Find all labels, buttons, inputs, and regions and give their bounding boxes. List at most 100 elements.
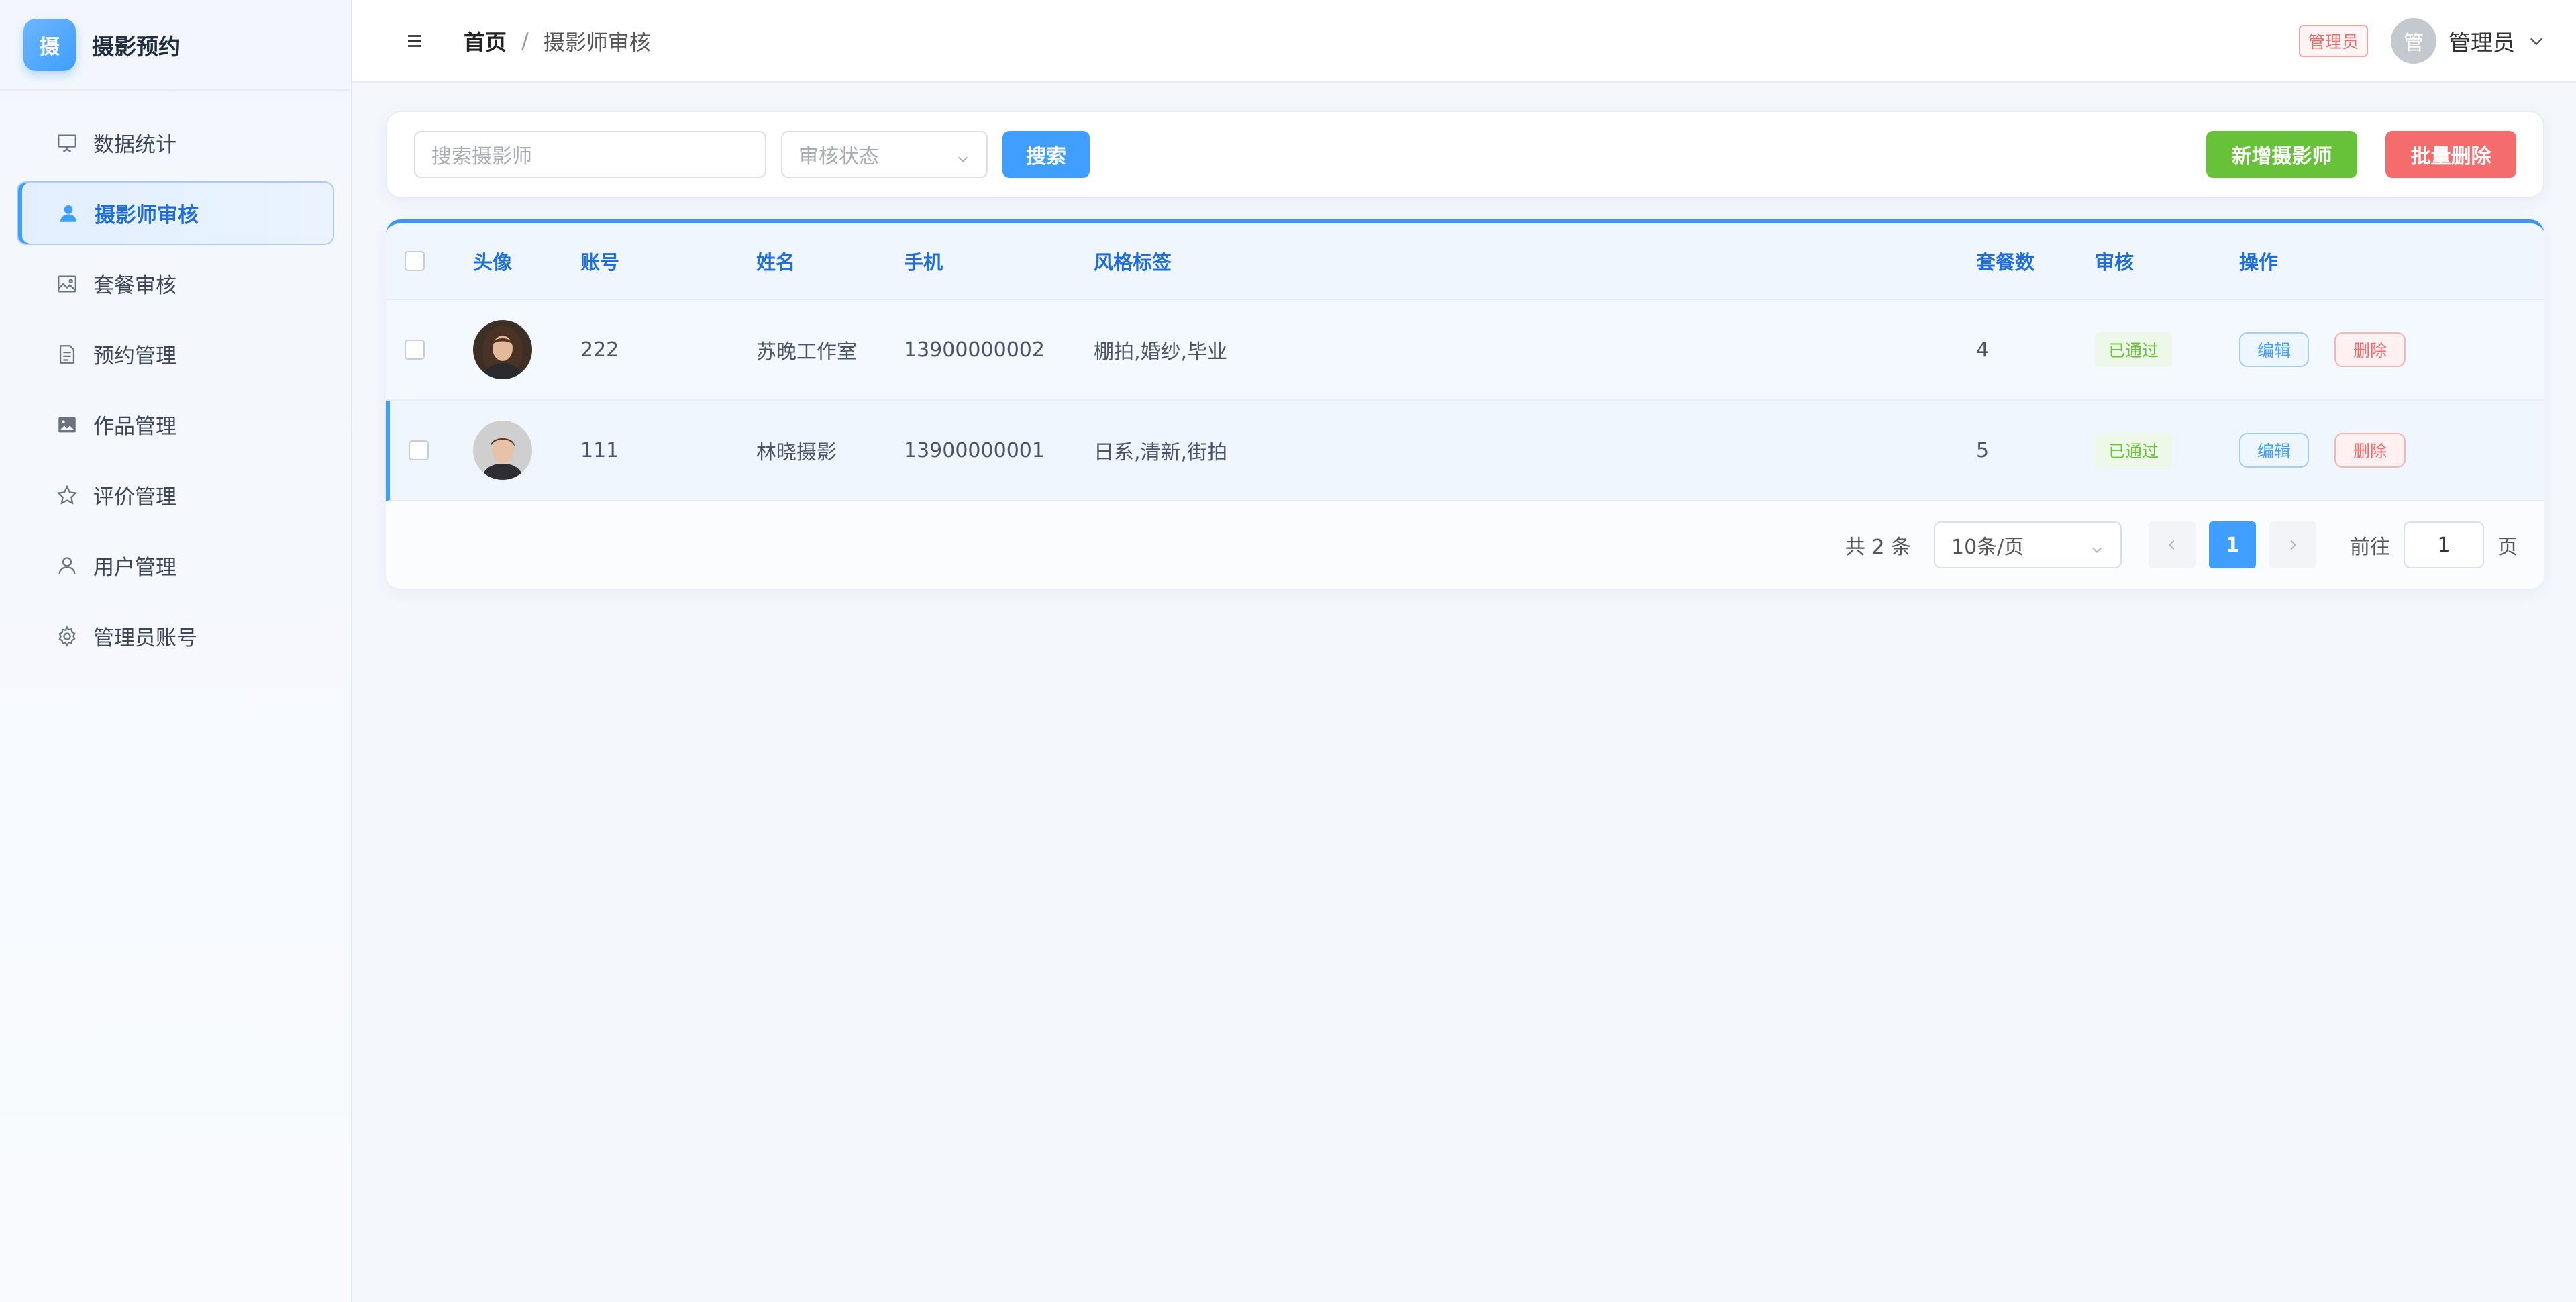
row-checkbox[interactable]: [405, 340, 425, 360]
chevron-down-icon[interactable]: [2527, 32, 2546, 50]
sidebar-item-works-management[interactable]: 作品管理: [17, 393, 334, 456]
sidebar-item-label: 数据统计: [93, 133, 176, 157]
menu-toggle-icon[interactable]: [403, 29, 427, 53]
column-header-style-tags: 风格标签: [1094, 251, 1172, 274]
picture-icon: [56, 272, 79, 295]
sidebar-menu: 数据统计 摄影师审核 套餐审核 预约管理 作品管理 评价管理 用户管理 管理员账…: [0, 91, 351, 668]
chevron-right-icon: [2290, 540, 2296, 550]
audit-status-badge: 已通过: [2095, 332, 2173, 367]
sidebar-item-statistics[interactable]: 数据统计: [17, 111, 334, 174]
breadcrumb: 首页 / 摄影师审核: [464, 26, 651, 56]
sidebar-item-booking-management[interactable]: 预约管理: [17, 322, 334, 386]
sidebar-item-label: 管理员账号: [93, 626, 197, 650]
sidebar-item-label: 评价管理: [93, 485, 176, 509]
column-header-actions: 操作: [2239, 251, 2279, 274]
sidebar: 摄 摄影预约 数据统计 摄影师审核 套餐审核 预约管理 作品管理 评价管理 用户…: [0, 0, 352, 1302]
name-cell: 苏晚工作室: [756, 340, 857, 364]
column-header-package-count: 套餐数: [1976, 251, 2035, 274]
add-photographer-button[interactable]: 新增摄影师: [2206, 131, 2357, 178]
avatar[interactable]: 管: [2391, 17, 2436, 64]
page-size-select[interactable]: 10条/页: [1934, 521, 2122, 568]
sidebar-item-label: 用户管理: [93, 556, 176, 580]
account-cell: 111: [580, 438, 619, 462]
batch-delete-button[interactable]: 批量删除: [2385, 131, 2516, 178]
phone-cell: 13900000001: [904, 438, 1045, 462]
delete-button[interactable]: 删除: [2334, 433, 2406, 468]
column-header-account: 账号: [580, 251, 620, 274]
column-header-phone: 手机: [904, 251, 943, 274]
page-size-value: 10条/页: [1951, 536, 2024, 559]
photographer-avatar: [473, 320, 532, 379]
pagination-total: 共 2 条: [1845, 536, 1911, 559]
sidebar-item-admin-accounts[interactable]: 管理员账号: [17, 604, 334, 668]
star-icon: [56, 484, 79, 507]
edit-button[interactable]: 编辑: [2239, 433, 2309, 468]
sidebar-item-label: 套餐审核: [93, 274, 176, 298]
breadcrumb-home[interactable]: 首页: [464, 26, 507, 56]
breadcrumb-current: 摄影师审核: [543, 29, 651, 55]
presentation-board-icon: [56, 132, 79, 154]
role-badge: 管理员: [2298, 24, 2368, 57]
package-count-cell: 4: [1976, 338, 1990, 362]
row-select-cell: [390, 440, 473, 460]
document-icon: [56, 343, 79, 366]
audit-cell: 已通过: [2095, 332, 2239, 367]
chevron-down-icon: [956, 148, 970, 163]
chevron-down-icon: [2090, 539, 2104, 554]
column-header-avatar: 头像: [473, 251, 513, 274]
next-page-button[interactable]: [2269, 521, 2316, 568]
column-header-audit: 审核: [2095, 251, 2134, 274]
table-header: 头像 账号 姓名 手机 风格标签 套餐数 审核 操作: [386, 223, 2544, 300]
sidebar-item-label: 作品管理: [93, 415, 176, 439]
audit-status-select[interactable]: 审核状态: [781, 131, 988, 178]
delete-button[interactable]: 删除: [2334, 332, 2406, 367]
style-tags-cell: 棚拍,婚纱,毕业: [1094, 340, 1228, 364]
audit-status-badge: 已通过: [2095, 433, 2173, 468]
page-suffix: 页: [2497, 536, 2518, 559]
prev-page-button[interactable]: [2149, 521, 2196, 568]
user-area: 管理员 管 管理员: [2298, 17, 2546, 64]
page-number-button[interactable]: 1: [2209, 521, 2256, 568]
brand: 摄 摄影预约: [0, 0, 351, 91]
user-name[interactable]: 管理员: [2449, 25, 2515, 57]
row-checkbox[interactable]: [409, 440, 429, 460]
picture-filled-icon: [56, 413, 79, 436]
audit-cell: 已通过: [2095, 433, 2239, 468]
avatar-cell: [473, 421, 580, 480]
breadcrumb-separator: /: [521, 28, 529, 54]
search-button[interactable]: 搜索: [1002, 131, 1090, 178]
avatar-cell: [473, 320, 580, 379]
column-header-name: 姓名: [756, 251, 796, 274]
chevron-left-icon: [2169, 540, 2175, 550]
search-bar: 搜索摄影师 审核状态 搜索 新增摄影师 批量删除: [386, 111, 2544, 198]
edit-button[interactable]: 编辑: [2239, 332, 2309, 367]
select-all-cell: [386, 251, 473, 271]
gear-icon: [56, 625, 79, 648]
top-header: 首页 / 摄影师审核 管理员 管 管理员: [352, 0, 2576, 83]
phone-cell: 13900000002: [904, 338, 1045, 362]
actions-cell: 编辑 删除: [2239, 433, 2508, 468]
brand-logo: 摄: [23, 18, 76, 71]
select-all-checkbox[interactable]: [405, 251, 425, 271]
sidebar-item-user-management[interactable]: 用户管理: [17, 534, 334, 597]
sidebar-item-package-review[interactable]: 套餐审核: [17, 252, 334, 315]
style-tags-cell: 日系,清新,街拍: [1094, 441, 1228, 464]
account-cell: 222: [580, 338, 619, 362]
package-count-cell: 5: [1976, 438, 1990, 462]
brand-name: 摄影预约: [92, 33, 181, 60]
sidebar-item-label: 摄影师审核: [95, 203, 199, 228]
actions-cell: 编辑 删除: [2239, 332, 2508, 367]
table-row: 111 林晓摄影 13900000001 日系,清新,街拍 5 已通过 编辑 删…: [386, 401, 2544, 501]
user-icon: [56, 554, 79, 577]
user-filled-icon: [57, 202, 80, 225]
audit-status-placeholder: 审核状态: [798, 145, 879, 168]
search-input[interactable]: 搜索摄影师: [414, 131, 766, 178]
goto-page-input[interactable]: 1: [2404, 521, 2484, 568]
row-select-cell: [386, 340, 473, 360]
table-row: 222 苏晚工作室 13900000002 棚拍,婚纱,毕业 4 已通过 编辑 …: [386, 300, 2544, 401]
photographer-table: 头像 账号 姓名 手机 风格标签 套餐数 审核 操作 222 苏晚工作室 139…: [386, 219, 2544, 589]
pagination: 共 2 条 10条/页 1 前往 1 页: [386, 501, 2544, 589]
sidebar-item-review-management[interactable]: 评价管理: [17, 463, 334, 527]
sidebar-item-photographer-review[interactable]: 摄影师审核: [17, 181, 334, 245]
photographer-avatar: [473, 421, 532, 480]
